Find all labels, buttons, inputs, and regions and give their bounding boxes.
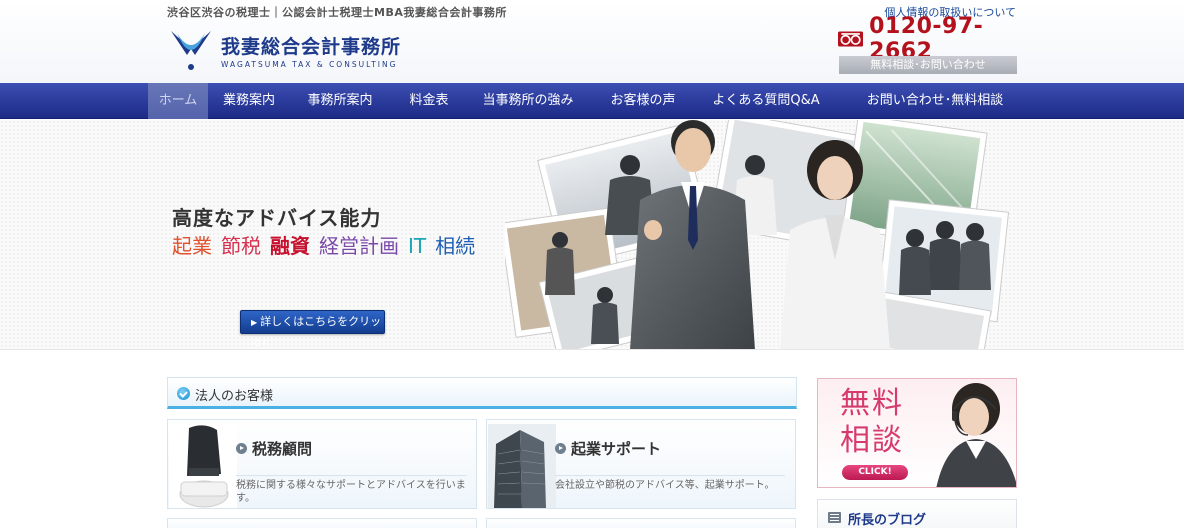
- nav-item-faq[interactable]: よくある質問Q&A: [698, 83, 834, 119]
- nav-item-home[interactable]: ホーム: [148, 83, 208, 119]
- free-consult-button[interactable]: 無料相談･お問い合わせ: [839, 56, 1017, 74]
- logo-name: 我妻総合会計事務所: [221, 35, 402, 58]
- hero-title: 高度なアドバイス能力: [172, 206, 382, 230]
- free-consultation-banner[interactable]: 無料 相談 CLICK!: [817, 378, 1017, 488]
- building-photo: [488, 424, 556, 508]
- hero-banner: 高度なアドバイス能力 起業 節税 融資 経営計画 IT 相続 ▶ 詳しくはこちらをクリック!: [0, 120, 1184, 350]
- banner-consult-text: 相談: [840, 423, 904, 458]
- hero-keyword: IT: [408, 234, 427, 258]
- site-header: 渋谷区渋谷の税理士｜公認会計士税理士MBA我妻総合会計事務所 個人情報の取扱いに…: [0, 0, 1184, 83]
- business-photos-collage: [505, 120, 1010, 349]
- corporate-clients-header: 法人のお客様: [167, 377, 797, 409]
- service-description: 会社設立や節税のアドバイス等、起業サポート。: [555, 475, 785, 492]
- service-title: 起業サポート: [571, 440, 662, 458]
- check-circle-icon: [177, 387, 190, 400]
- nav-item-contact[interactable]: お問い合わせ･無料相談: [834, 83, 1036, 119]
- play-circle-icon: [555, 443, 566, 454]
- play-arrow-icon: ▶: [251, 318, 258, 327]
- hero-keyword: 起業: [172, 234, 212, 258]
- businessman-photo: [169, 424, 237, 508]
- logo-mark-icon: [171, 31, 211, 70]
- nav-item-about[interactable]: 事務所案内: [290, 83, 390, 119]
- operator-photo: [936, 383, 1016, 487]
- service-card-tax-advisory[interactable]: 税務顧問 税務に関する様々なサポートとアドバイスを行います。: [167, 419, 477, 509]
- director-blog-box[interactable]: 所長のブログ: [817, 499, 1017, 528]
- logo-subtitle: WAGATSUMA TAX & CONSULTING: [221, 59, 398, 69]
- free-dial-icon: [838, 31, 864, 47]
- section-title: 法人のお客様: [195, 389, 274, 404]
- free-dial[interactable]: 0120-97-2662: [838, 14, 1018, 64]
- banner-click-button[interactable]: CLICK!: [842, 465, 908, 480]
- service-title: 税務顧問: [252, 440, 313, 458]
- service-card[interactable]: [486, 518, 796, 528]
- site-tagline: 渋谷区渋谷の税理士｜公認会計士税理士MBA我妻総合会計事務所: [167, 6, 507, 19]
- site-logo[interactable]: 我妻総合会計事務所 WAGATSUMA TAX & CONSULTING: [167, 27, 407, 73]
- blog-icon: [828, 512, 841, 523]
- hero-keyword: 相続: [435, 234, 476, 258]
- nav-item-strengths[interactable]: 当事務所の強み: [468, 83, 588, 119]
- nav-item-services[interactable]: 業務案内: [208, 83, 290, 119]
- hero-keywords: 起業 節税 融資 経営計画 IT 相続: [172, 230, 484, 259]
- play-circle-icon: [236, 443, 247, 454]
- service-card-startup-support[interactable]: 起業サポート 会社設立や節税のアドバイス等、起業サポート。: [486, 419, 796, 509]
- main-nav: ホーム 業務案内 事務所案内 料金表 当事務所の強み お客様の声 よくある質問Q…: [0, 83, 1184, 119]
- hero-details-button[interactable]: ▶ 詳しくはこちらをクリック!: [240, 310, 385, 349]
- nav-item-pricing[interactable]: 料金表: [390, 83, 468, 119]
- service-card[interactable]: [167, 518, 477, 528]
- banner-free-text: 無料: [840, 386, 904, 421]
- hero-keyword: 節税: [221, 234, 261, 258]
- hero-keyword: 経営計画: [319, 234, 399, 258]
- service-description: 税務に関する様々なサポートとアドバイスを行います。: [236, 475, 466, 505]
- blog-title: 所長のブログ: [848, 513, 927, 528]
- nav-item-testimonials[interactable]: お客様の声: [588, 83, 698, 119]
- hero-keyword: 融資: [270, 234, 310, 258]
